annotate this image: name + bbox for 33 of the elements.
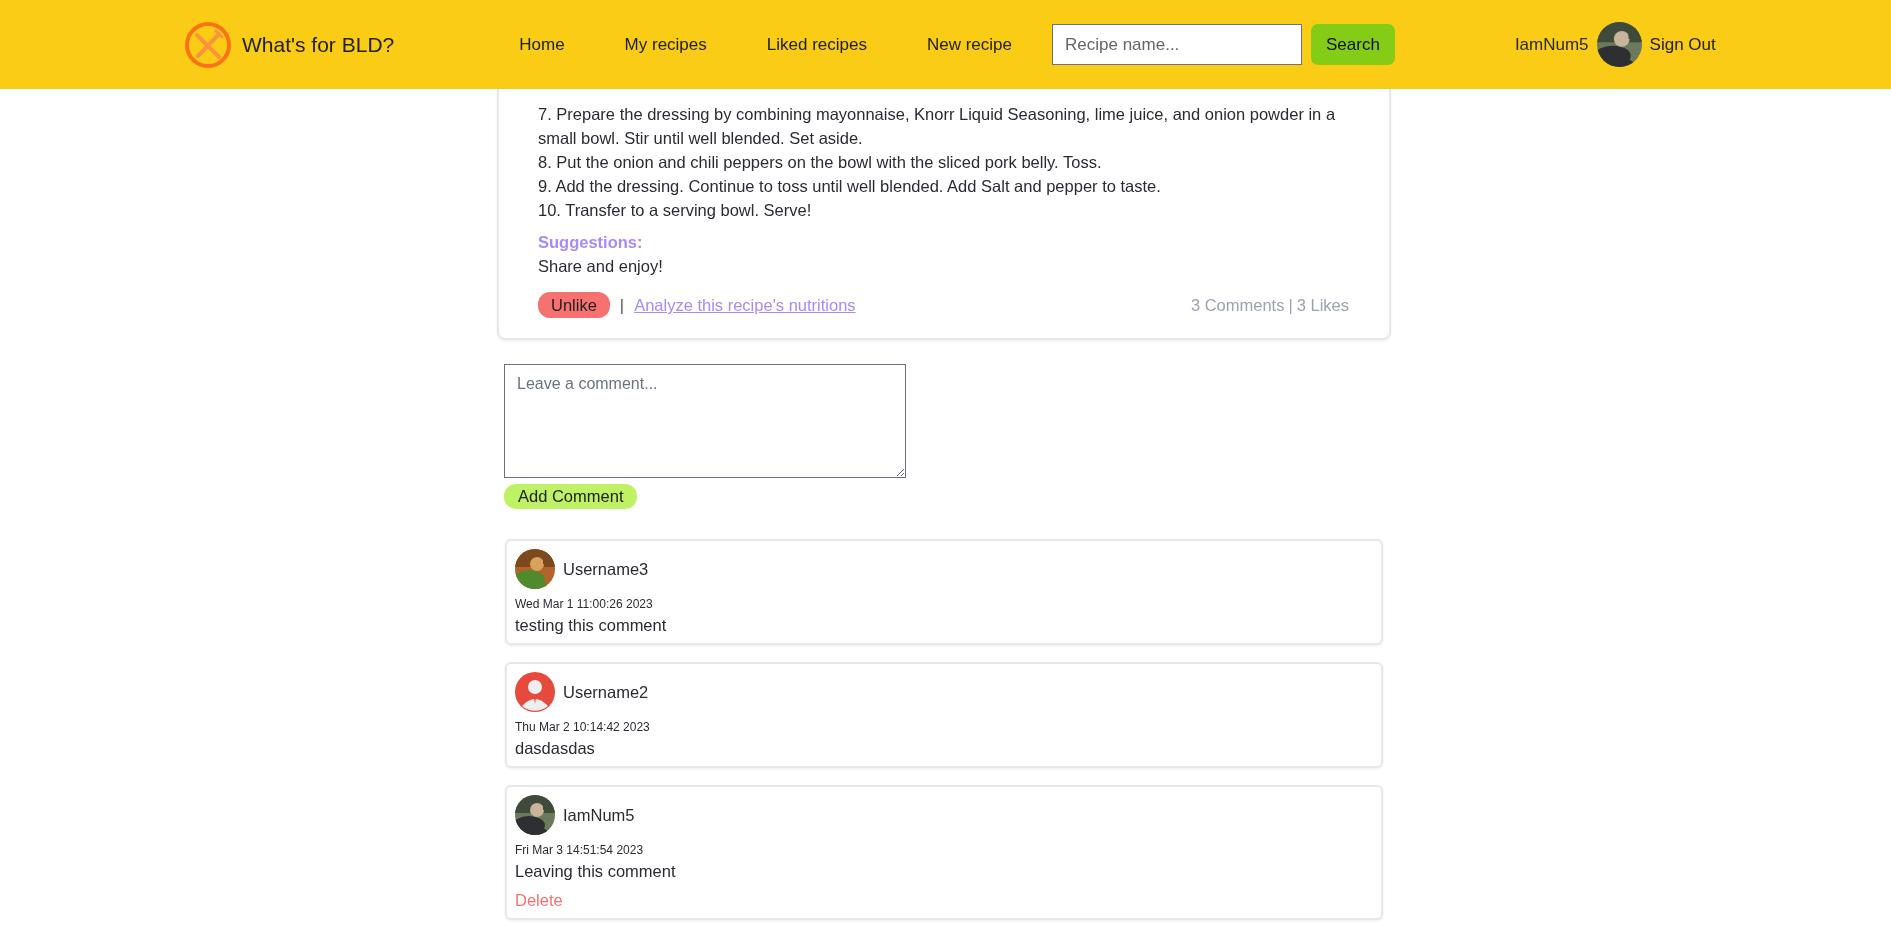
likes-count: 3 Likes bbox=[1296, 295, 1349, 316]
comment-date: Thu Mar 2 10:14:42 2023 bbox=[515, 720, 651, 734]
logo-icon[interactable] bbox=[184, 19, 232, 70]
comment-date: Fri Mar 3 14:51:54 2023 bbox=[515, 843, 645, 857]
search-field[interactable]: Recipe name... bbox=[1052, 24, 1302, 65]
section-label: Suggestions: bbox=[538, 232, 644, 253]
nav-link[interactable]: Liked recipes bbox=[766, 34, 867, 55]
add-comment-button[interactable]: Add Comment bbox=[504, 484, 638, 509]
separator: | bbox=[619, 295, 625, 316]
recipe-step: 7. Prepare the dressing by combining mayonnaise, Knorr Liquid Seasoning, lime juice, and onion powder in a small bowl. Stir until well blended. Set aside. bbox=[538, 102, 1370, 150]
nav-link[interactable]: Home bbox=[519, 34, 565, 55]
username: IamNum5 bbox=[1514, 34, 1589, 55]
sign-out-link[interactable]: Sign Out bbox=[1649, 34, 1716, 55]
nav-link[interactable]: New recipe bbox=[926, 34, 1012, 55]
user-avatar-icon bbox=[515, 672, 555, 712]
recipe-step: 10. Transfer to a serving bowl. Serve! bbox=[538, 198, 1370, 222]
comment-username: Username3 bbox=[563, 559, 649, 579]
search-button[interactable]: Search bbox=[1311, 24, 1395, 65]
suggestions-text: Share and enjoy! bbox=[538, 256, 664, 277]
nav-link[interactable]: My recipes bbox=[624, 34, 707, 55]
recipe-step: 8. Put the onion and chili peppers on the bowl with the sliced pork belly. Toss. bbox=[538, 150, 1370, 174]
comment-text: dasdasdas bbox=[515, 739, 596, 758]
brand-name: What's for BLD? bbox=[242, 32, 395, 57]
comment-username: IamNum5 bbox=[563, 805, 635, 825]
comment-text: testing this comment bbox=[515, 616, 668, 635]
comment-field[interactable]: Leave a comment... bbox=[504, 364, 906, 478]
recipe-step: 9. Add the dressing. Continue to toss until well blended. Add Salt and pepper to taste. bbox=[538, 174, 1370, 198]
comment-date: Wed Mar 1 11:00:26 2023 bbox=[515, 597, 654, 611]
comments-count: 3 Comments bbox=[1190, 295, 1285, 316]
unlike-button[interactable]: Unlike bbox=[538, 292, 610, 318]
separator: | bbox=[1288, 295, 1293, 316]
comment-text: Leaving this comment bbox=[515, 862, 677, 881]
comment-username: Username2 bbox=[563, 682, 649, 702]
